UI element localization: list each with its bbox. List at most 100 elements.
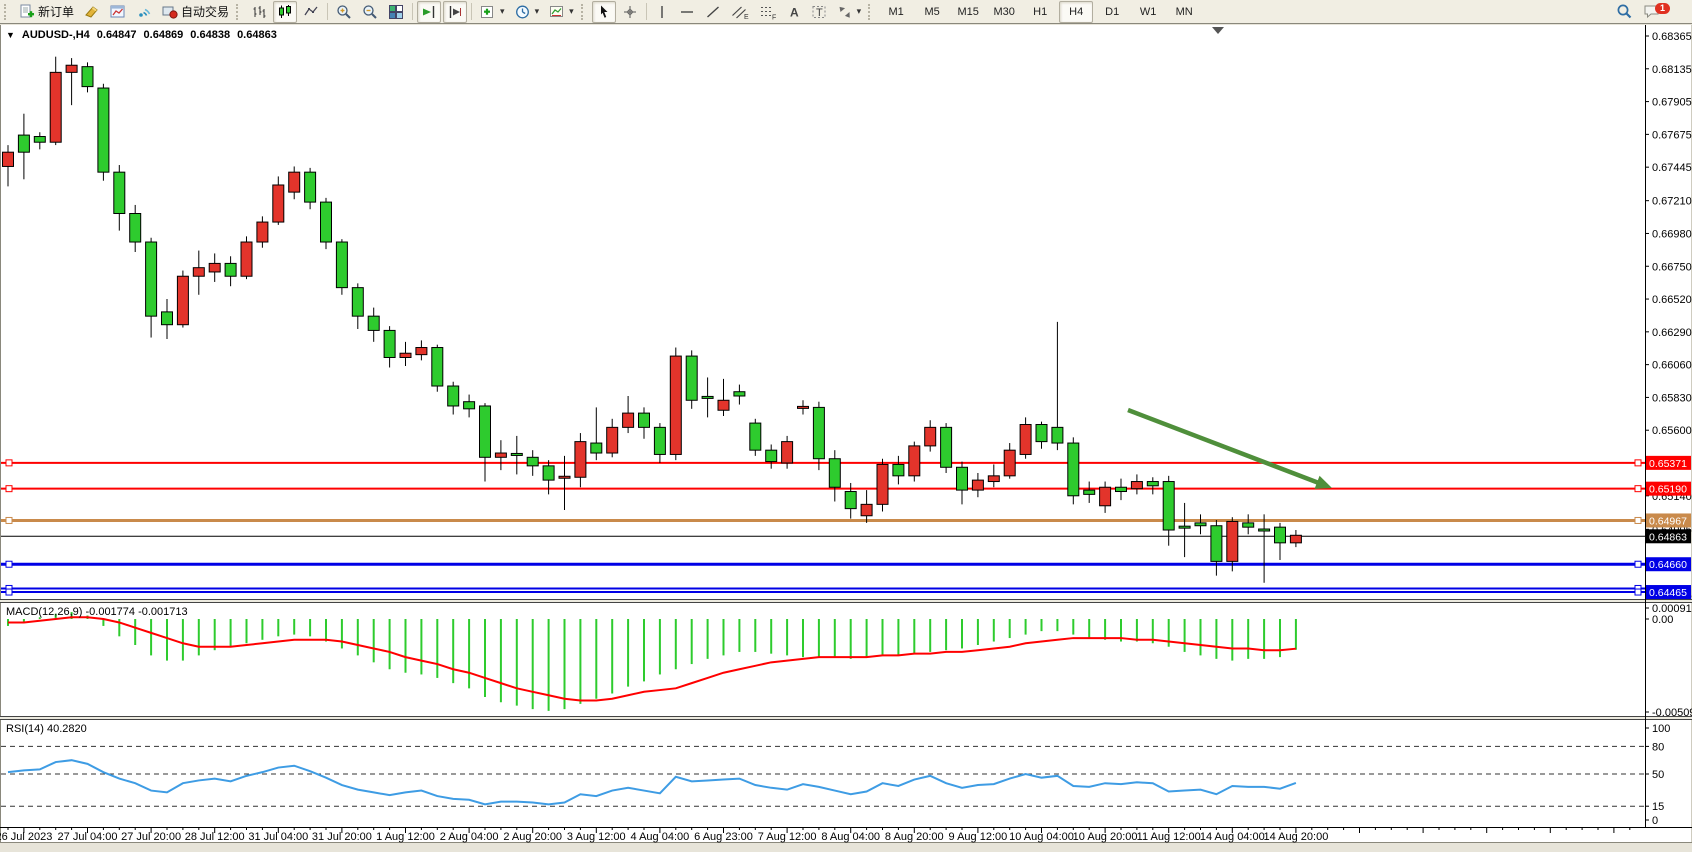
toolbar-separator bbox=[471, 3, 472, 20]
time-axis-label: 9 Aug 12:00 bbox=[949, 831, 1008, 843]
line-chart-button[interactable] bbox=[299, 1, 323, 23]
new-order-label: 新订单 bbox=[38, 3, 74, 20]
zoom-out-button[interactable] bbox=[358, 1, 382, 23]
new-order-icon bbox=[19, 4, 35, 20]
rsi-value: 40.2820 bbox=[47, 723, 87, 735]
time-axis-label: 1 Aug 12:00 bbox=[376, 831, 435, 843]
channel-tool-button[interactable]: E bbox=[727, 1, 753, 23]
toolbar: 新订单 自动交易 ▾ ▾ bbox=[0, 0, 1692, 24]
fibonacci-icon: F bbox=[759, 4, 777, 20]
time-axis-label: 26 Jul 2023 bbox=[0, 831, 52, 843]
price-tag-label: 0.64660 bbox=[1649, 559, 1687, 571]
time-axis-label: 8 Aug 20:00 bbox=[885, 831, 944, 843]
price-tick-label: 0.68365 bbox=[1652, 31, 1692, 43]
periods-caret-icon: ▾ bbox=[535, 6, 540, 17]
auto-scroll-icon bbox=[421, 4, 437, 20]
price-tick-label: 0.67445 bbox=[1652, 162, 1692, 174]
time-axis-label: 8 Aug 04:00 bbox=[821, 831, 880, 843]
search-button[interactable] bbox=[1612, 1, 1637, 23]
trendline-icon bbox=[705, 4, 721, 20]
chart-window-button[interactable] bbox=[106, 1, 130, 23]
timeframe-m15-button[interactable]: M15 bbox=[951, 1, 985, 23]
time-axis-label: 2 Aug 20:00 bbox=[503, 831, 562, 843]
price-tick-label: 0.68135 bbox=[1652, 64, 1692, 76]
ohlc-bars-icon bbox=[251, 4, 267, 20]
time-axis-label: 14 Aug 20:00 bbox=[1263, 831, 1328, 843]
price-tick-label: 0.66290 bbox=[1652, 327, 1692, 339]
indicators-button[interactable]: ▾ bbox=[476, 1, 509, 23]
timeframe-w1-button[interactable]: W1 bbox=[1131, 1, 1165, 23]
zoom-in-button[interactable] bbox=[332, 1, 356, 23]
signals-button[interactable] bbox=[132, 1, 156, 23]
ohlc-low: 0.64838 bbox=[190, 29, 230, 42]
candlestick-chart-button[interactable] bbox=[273, 1, 297, 23]
text-tool-button[interactable]: A bbox=[783, 1, 805, 23]
auto-scroll-button[interactable] bbox=[417, 1, 441, 23]
rsi-axis-label: 15 bbox=[1652, 801, 1664, 813]
cursor-arrow-icon bbox=[596, 4, 612, 20]
signal-icon bbox=[136, 4, 152, 20]
autotrading-icon bbox=[162, 4, 178, 20]
chart-area[interactable]: 0.683650.681350.679050.676750.674450.672… bbox=[0, 25, 1692, 852]
price-tick-label: 0.65830 bbox=[1652, 392, 1692, 404]
macd-indicator-label: MACD(12,26,9) -0.001774 -0.001713 bbox=[6, 606, 188, 618]
templates-button[interactable]: ▾ bbox=[545, 1, 578, 23]
macd-values: -0.001774 -0.001713 bbox=[85, 606, 187, 618]
price-tag-label: 0.64967 bbox=[1649, 515, 1687, 527]
timeframe-h4-button[interactable]: H4 bbox=[1059, 1, 1093, 23]
fibonacci-tool-button[interactable]: F bbox=[755, 1, 781, 23]
timeframe-h1-button[interactable]: H1 bbox=[1023, 1, 1057, 23]
ohlc-open: 0.64847 bbox=[97, 29, 137, 42]
rsi-axis-label: 0 bbox=[1652, 815, 1658, 827]
time-axis-label: 10 Aug 20:00 bbox=[1073, 831, 1138, 843]
time-axis-label: 6 Aug 23:00 bbox=[694, 831, 753, 843]
cursor-button[interactable] bbox=[592, 1, 616, 23]
timeframe-m1-button[interactable]: M1 bbox=[879, 1, 913, 23]
arrows-tool-button[interactable]: ▾ bbox=[833, 1, 866, 23]
price-tick-label: 0.65600 bbox=[1652, 425, 1692, 437]
toolbar-grip[interactable] bbox=[581, 4, 587, 20]
time-axis-label: 4 Aug 04:00 bbox=[631, 831, 690, 843]
svg-text:F: F bbox=[772, 14, 776, 20]
price-tick-label: 0.66980 bbox=[1652, 228, 1692, 240]
chart-shift-button[interactable] bbox=[443, 1, 467, 23]
time-axis-label: 2 Aug 04:00 bbox=[440, 831, 499, 843]
horizontal-line-icon bbox=[679, 4, 695, 20]
timeframe-m5-button[interactable]: M5 bbox=[915, 1, 949, 23]
tile-windows-icon bbox=[388, 4, 404, 20]
toolbar-grip[interactable] bbox=[4, 4, 10, 20]
chat-button[interactable]: 1 bbox=[1639, 1, 1665, 23]
bar-chart-button[interactable] bbox=[247, 1, 271, 23]
line-chart-icon bbox=[303, 4, 319, 20]
hline-tool-button[interactable] bbox=[675, 1, 699, 23]
svg-text:E: E bbox=[744, 14, 749, 20]
tile-windows-button[interactable] bbox=[384, 1, 408, 23]
chart-window-icon bbox=[110, 4, 126, 20]
autotrading-label: 自动交易 bbox=[181, 3, 229, 20]
zoom-out-icon bbox=[362, 4, 378, 20]
symbol-dropdown-icon[interactable]: ▼ bbox=[6, 29, 15, 42]
price-tick-label: 0.67675 bbox=[1652, 129, 1692, 141]
timeframe-d1-button[interactable]: D1 bbox=[1095, 1, 1129, 23]
arrows-icon bbox=[837, 4, 853, 20]
trendline-tool-button[interactable] bbox=[701, 1, 725, 23]
timeframe-mn-button[interactable]: MN bbox=[1167, 1, 1201, 23]
periods-button[interactable]: ▾ bbox=[511, 1, 544, 23]
autotrading-button[interactable]: 自动交易 bbox=[158, 1, 233, 23]
label-tool-button[interactable]: T bbox=[807, 1, 831, 23]
styles-button[interactable] bbox=[80, 1, 104, 23]
price-tick-label: 0.66520 bbox=[1652, 294, 1692, 306]
price-tag-label: 0.65371 bbox=[1649, 458, 1687, 470]
crosshair-button[interactable] bbox=[618, 1, 642, 23]
time-axis-label: 31 Jul 20:00 bbox=[312, 831, 372, 843]
toolbar-grip[interactable] bbox=[236, 4, 242, 20]
timeframe-m30-button[interactable]: M30 bbox=[987, 1, 1021, 23]
templates-caret-icon: ▾ bbox=[569, 6, 574, 17]
new-order-button[interactable]: 新订单 bbox=[15, 1, 78, 23]
price-tick-label: 0.66060 bbox=[1652, 360, 1692, 372]
vline-tool-button[interactable] bbox=[651, 1, 673, 23]
toolbar-grip[interactable] bbox=[868, 4, 874, 20]
equidistant-channel-icon: E bbox=[731, 4, 749, 20]
time-axis-label: 14 Aug 04:00 bbox=[1200, 831, 1265, 843]
toolbar-separator bbox=[646, 3, 647, 20]
